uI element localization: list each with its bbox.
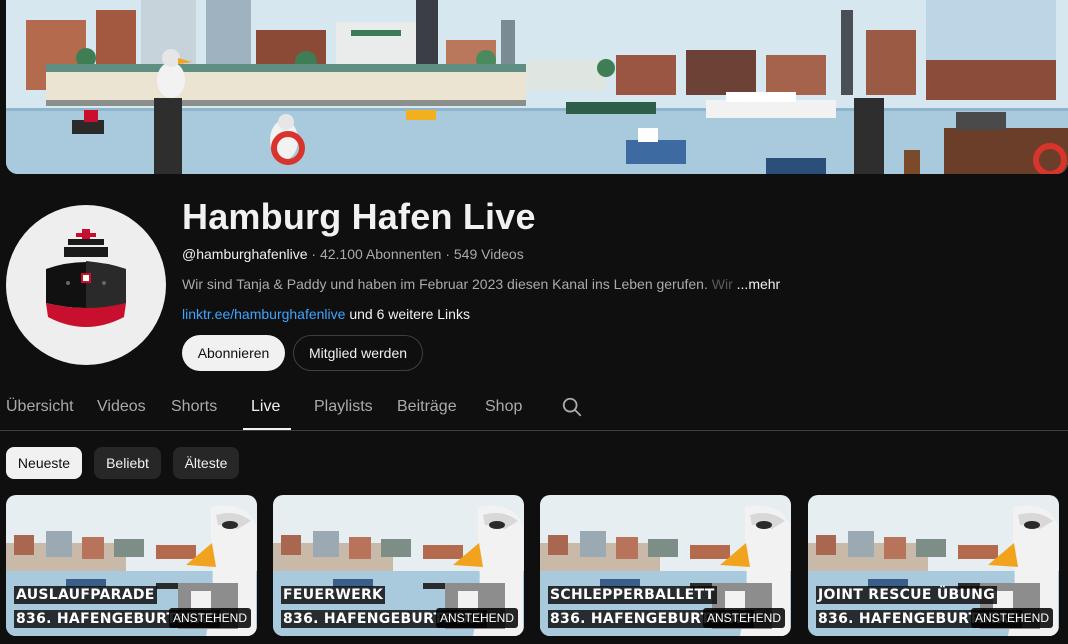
ship-logo-icon xyxy=(46,229,126,327)
tab-live[interactable]: Live xyxy=(251,398,280,416)
description-fade-text: Wir xyxy=(711,276,733,292)
channel-links: linktr.ee/hamburghafenlive und 6 weitere… xyxy=(182,306,470,322)
tab-overview[interactable]: Übersicht xyxy=(6,398,74,416)
tab-videos[interactable]: Videos xyxy=(97,398,146,416)
meta-separator: · xyxy=(445,246,454,262)
channel-handle: @hamburghafenlive xyxy=(182,246,308,262)
thumbnail-title-line1: FEUERWERK xyxy=(281,586,386,604)
tab-shorts[interactable]: Shorts xyxy=(171,398,217,416)
video-card[interactable]: JOINT RESCUE ÜBUNG 836. HAFENGEBURTSTAG … xyxy=(808,495,1059,636)
upcoming-badge: ANSTEHEND xyxy=(702,608,785,628)
subscribe-button[interactable]: Abonnieren xyxy=(182,335,285,371)
thumbnail-title-line1: SCHLEPPERBALLETT xyxy=(548,586,717,604)
thumbnail-title-line1: JOINT RESCUE ÜBUNG xyxy=(816,586,997,604)
upcoming-badge: ANSTEHEND xyxy=(435,608,518,628)
channel-description[interactable]: Wir sind Tanja & Paddy und haben im Febr… xyxy=(182,276,780,292)
active-tab-indicator xyxy=(243,428,291,430)
video-card[interactable]: SCHLEPPERBALLETT 836. HAFENGEBURTSTAG AN… xyxy=(540,495,791,636)
sort-chip-oldest[interactable]: Älteste xyxy=(173,447,239,479)
links-suffix[interactable]: und 6 weitere Links xyxy=(349,306,470,322)
channel-banner xyxy=(6,0,1068,174)
thumbnail-title-line1: AUSLAUFPARADE xyxy=(14,586,157,604)
join-member-button[interactable]: Mitglied werden xyxy=(293,335,423,371)
tab-playlists[interactable]: Playlists xyxy=(314,398,373,416)
more-link[interactable]: ...mehr xyxy=(737,276,781,292)
upcoming-badge: ANSTEHEND xyxy=(168,608,251,628)
search-icon[interactable] xyxy=(561,396,583,418)
channel-link[interactable]: linktr.ee/hamburghafenlive xyxy=(182,306,345,322)
channel-meta: @hamburghafenlive · 42.100 Abonnenten · … xyxy=(182,246,524,262)
channel-title: Hamburg Hafen Live xyxy=(182,196,536,237)
subscriber-count: 42.100 Abonnenten xyxy=(319,246,442,262)
upcoming-badge: ANSTEHEND xyxy=(970,608,1053,628)
video-card[interactable]: AUSLAUFPARADE 836. HAFENGEBURTSTAG ANSTE… xyxy=(6,495,257,636)
sort-chip-newest[interactable]: Neueste xyxy=(6,447,82,479)
sort-chip-popular[interactable]: Beliebt xyxy=(94,447,161,479)
meta-separator: · xyxy=(311,246,320,262)
tab-shop[interactable]: Shop xyxy=(485,398,522,416)
channel-avatar[interactable] xyxy=(6,205,166,365)
channel-tabs: Übersicht Videos Shorts Live Playlists B… xyxy=(0,384,1068,431)
video-count: 549 Videos xyxy=(453,246,524,262)
banner-harbor-illustration xyxy=(6,0,1068,174)
video-card[interactable]: FEUERWERK 836. HAFENGEBURTSTAG ANSTEHEND xyxy=(273,495,524,636)
tab-posts[interactable]: Beiträge xyxy=(397,398,457,416)
description-text: Wir sind Tanja & Paddy und haben im Febr… xyxy=(182,276,708,292)
